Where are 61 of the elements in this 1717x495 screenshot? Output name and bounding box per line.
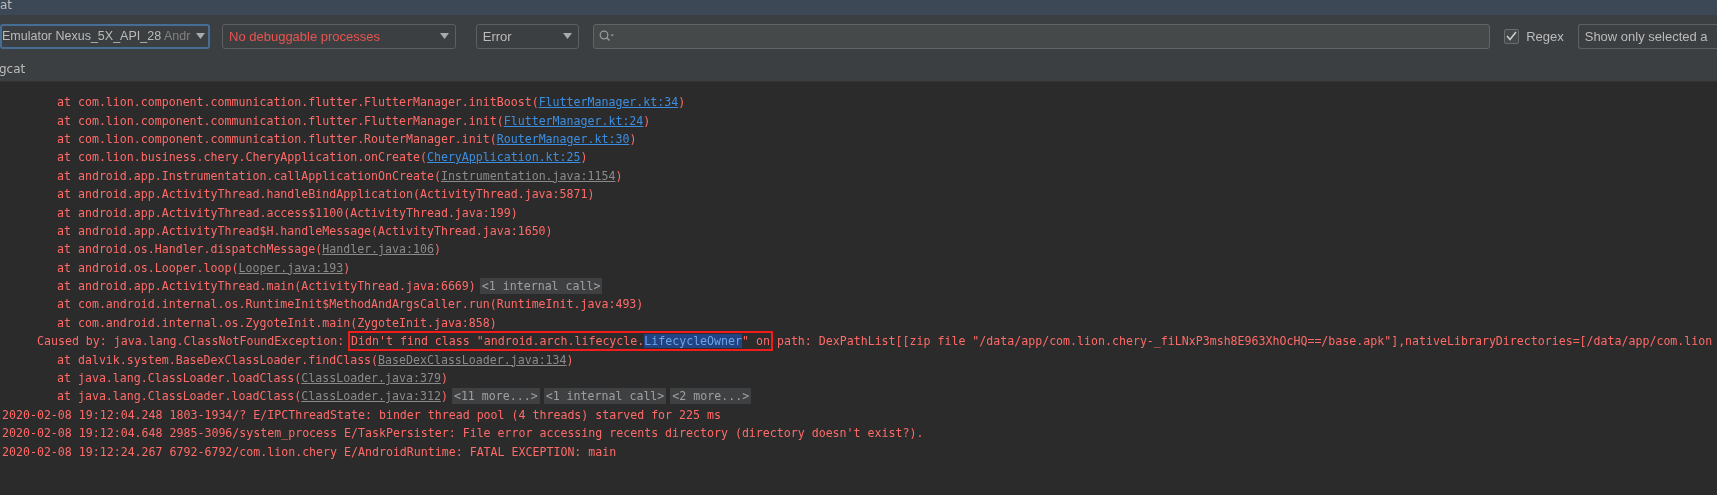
selected-text: LifecycleOwner	[644, 334, 742, 349]
log-text: Caused by: java.lang.ClassNotFoundException:	[37, 334, 346, 349]
source-link[interactable]: BaseDexClassLoader.java:134	[378, 352, 567, 367]
log-text: )	[678, 95, 686, 110]
log-text: )	[566, 352, 574, 367]
log-text: at com.android.internal.os.RuntimeInit$MethodAndArgsCaller.run(RuntimeInit.java:493)	[57, 297, 644, 312]
source-link[interactable]: FlutterManager.kt:24	[503, 113, 644, 128]
log-text: )	[580, 150, 588, 165]
source-link[interactable]: Handler.java:106	[322, 242, 434, 257]
folded-lines-badge[interactable]: <1 internal call>	[543, 388, 667, 405]
panel-title: gcat	[0, 62, 26, 76]
log-text: at android.os.Handler.dispatchMessage(	[57, 242, 323, 257]
log-text: at java.lang.ClassLoader.loadClass(	[57, 389, 302, 404]
log-text: )	[629, 131, 637, 146]
search-icon	[599, 30, 616, 42]
log-text: at dalvik.system.BaseDexClassLoader.findClass(	[57, 352, 379, 367]
log-text: at android.app.Instrumentation.callApplicationOnCreate(	[57, 168, 441, 183]
log-text: )	[615, 168, 623, 183]
log-text: 2020-02-08 19:12:24.267 6792-6792/com.lion.chery E/AndroidRuntime: FATAL EXCEPTION: main	[2, 444, 617, 459]
source-link[interactable]: CheryApplication.kt:25	[426, 150, 581, 165]
process-dropdown[interactable]: No debuggable processes	[222, 23, 456, 49]
log-text: at android.app.ActivityThread.main(ActivityThread.java:6669)	[57, 279, 476, 294]
regex-checkbox[interactable]	[1504, 28, 1520, 44]
log-text: 2020-02-08 19:12:04.248 1803-1934/? E/IPCThreadState: binder thread pool (4 threads) starved for 225 ms	[2, 407, 721, 422]
log-text: )	[440, 371, 448, 386]
source-link[interactable]: FlutterManager.kt:34	[538, 95, 679, 110]
log-text: at java.lang.ClassLoader.loadClass(	[57, 371, 302, 386]
log-text: )	[433, 242, 441, 257]
caret-icon	[196, 33, 206, 39]
window-title: at	[0, 0, 13, 11]
log-text: at android.app.ActivityThread.access$1100(ActivityThread.java:199)	[57, 205, 518, 220]
caret-icon	[563, 33, 573, 39]
source-link[interactable]: ClassLoader.java:379	[301, 371, 441, 386]
log-text: )	[343, 260, 351, 275]
log-level-dropdown[interactable]: Error	[475, 23, 580, 49]
log-text: )	[643, 113, 651, 128]
log-text: at android.app.ActivityThread.handleBindApplication(ActivityThread.java:5871)	[57, 187, 595, 202]
filter-dropdown[interactable]: Show only selected a	[1577, 23, 1717, 49]
log-text: at android.os.Looper.loop(	[57, 260, 239, 275]
log-text: )	[440, 389, 448, 404]
log-text: " on	[742, 334, 770, 349]
log-text: 2020-02-08 19:12:04.648 2985-3096/system_process E/TaskPersister: File error accessing recents directory (directory doesn't exist?).	[2, 426, 924, 441]
regex-label[interactable]: Regex	[1526, 28, 1564, 44]
log-text: at com.lion.component.communication.flutter.FlutterManager.init(	[57, 113, 504, 128]
log-text: at com.lion.component.communication.flutter.FlutterManager.initBoost(	[57, 95, 539, 110]
source-link[interactable]: ClassLoader.java:312	[301, 389, 441, 404]
source-link[interactable]: Instrumentation.java:1154	[440, 168, 616, 183]
log-text: path: DexPathList[[zip file "/data/app/com.lion.chery-_fiLNxP3msh8E963XhOcHQ==/base.apk"],nativeLibraryDirectories=[/data/app/com.lion	[775, 334, 1713, 349]
search-field[interactable]	[593, 23, 1491, 49]
folded-lines-badge[interactable]: <2 more...>	[670, 388, 752, 405]
log-text: at com.lion.business.chery.CheryApplication.onCreate(	[57, 150, 427, 165]
log-text: at android.app.ActivityThread$H.handleMessage(ActivityThread.java:1650)	[57, 223, 553, 238]
log-text: at com.android.internal.os.ZygoteInit.main(ZygoteInit.java:858)	[57, 315, 497, 330]
source-link[interactable]: Looper.java:193	[238, 260, 344, 275]
folded-lines-badge[interactable]: <11 more...>	[451, 388, 540, 405]
source-link[interactable]: RouterManager.kt:30	[496, 131, 630, 146]
log-text: at com.lion.component.communication.flutter.RouterManager.init(	[57, 131, 497, 146]
caret-icon	[439, 33, 449, 39]
device-dropdown[interactable]: Emulator Nexus_5X_API_28 Andr	[0, 23, 210, 49]
folded-lines-badge[interactable]: <1 internal call>	[479, 278, 603, 295]
log-text: Didn't find class "android.arch.lifecycle.	[351, 334, 645, 349]
